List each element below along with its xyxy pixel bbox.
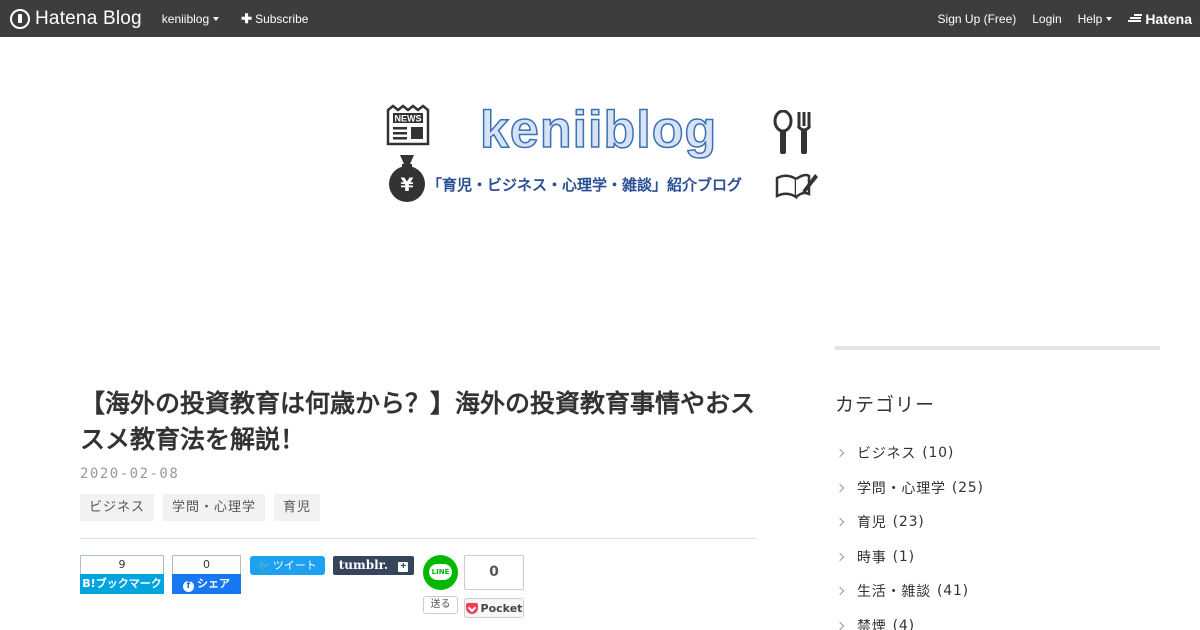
facebook-share-label: シェア [197, 577, 230, 590]
tumblr-label: tumblr. [338, 558, 389, 572]
hatena-blog-mark-icon [10, 8, 30, 29]
category-item-psychology[interactable]: 学問・心理学 (25) [835, 471, 984, 506]
blog-header-banner[interactable]: NEWS ¥ keniiblog 「育児・ビジネス・心理学・雑談」紹介ブログ [385, 100, 820, 205]
category-name: 禁煙 [857, 618, 887, 630]
hatena-bookmark-button[interactable]: B!ブックマーク [80, 574, 164, 594]
chevron-right-icon [835, 483, 845, 492]
newspaper-icon: NEWS [386, 104, 430, 146]
chevron-down-icon [213, 16, 220, 21]
category-count: (23) [892, 514, 925, 531]
hatena-logo[interactable]: Hatena [1128, 11, 1192, 27]
signup-link[interactable]: Sign Up (Free) [938, 12, 1017, 26]
chevron-right-icon [835, 621, 845, 630]
spoon-fork-icon [773, 110, 812, 154]
plus-icon: ✚ [241, 10, 253, 26]
pocket-label: Pocket [480, 601, 523, 615]
blog-title: keniiblog [479, 100, 718, 160]
yen-symbol: ¥ [400, 174, 413, 196]
divider [80, 538, 756, 539]
facebook-share-count[interactable]: 0 [172, 555, 241, 574]
hatena-blog-logo[interactable]: Hatena Blog [10, 8, 142, 30]
book-pen-icon [775, 173, 818, 200]
category-tag-childcare[interactable]: 育児 [274, 494, 321, 521]
category-count: (4) [892, 617, 915, 630]
category-name: ビジネス [857, 446, 917, 463]
chevron-right-icon [835, 587, 845, 596]
category-item-quit-smoking[interactable]: 禁煙 (4) [835, 609, 984, 630]
category-item-business[interactable]: ビジネス (10) [835, 436, 984, 471]
category-name: 学問・心理学 [857, 480, 946, 497]
category-item-childcare[interactable]: 育児 (23) [835, 505, 984, 540]
global-header: Hatena Blog keniiblog ✚ Subscribe Sign U… [0, 0, 1200, 37]
chevron-right-icon [835, 552, 845, 561]
pocket-count: 0 [464, 555, 524, 590]
category-tag-business[interactable]: ビジネス [80, 494, 155, 521]
category-list: ビジネス (10) 学問・心理学 (25) 育児 (23) 時事 (1) 生活・… [835, 436, 984, 630]
hatena-bookmark-share: 9 B!ブックマーク [80, 555, 164, 594]
twitter-bird-icon: 🐦 [258, 561, 271, 572]
category-count: (25) [951, 479, 984, 496]
sidebar-divider [835, 346, 1160, 350]
blog-menu-label: keniiblog [161, 11, 210, 26]
plus-icon: + [398, 562, 409, 572]
category-tag-psychology[interactable]: 学問・心理学 [163, 494, 266, 521]
blog-subtitle: 「育児・ビジネス・心理学・雑談」紹介ブログ [427, 176, 743, 194]
hatena-bookmark-count[interactable]: 9 [80, 555, 164, 574]
category-count: (41) [937, 583, 969, 600]
category-item-life-chat[interactable]: 生活・雑談 (41) [835, 574, 984, 609]
pocket-icon [465, 602, 478, 614]
category-item-current-events[interactable]: 時事 (1) [835, 540, 984, 575]
facebook-icon: f [183, 581, 194, 592]
tumblr-share-button[interactable]: tumblr. + [333, 556, 414, 575]
article-categories: ビジネス 学問・心理学 育児 [80, 494, 329, 521]
help-label: Help [1077, 11, 1103, 26]
money-bag-icon: ¥ [389, 155, 425, 202]
facebook-share-button[interactable]: f シェア [172, 574, 241, 594]
article-date[interactable]: 2020-02-08 [80, 466, 179, 482]
tweet-label: ツイート [272, 559, 317, 572]
chevron-down-icon [1106, 16, 1113, 21]
chevron-right-icon [835, 449, 845, 458]
help-dropdown[interactable]: Help [1078, 12, 1113, 26]
category-count: (1) [892, 548, 915, 565]
chevron-right-icon [835, 518, 845, 527]
line-share-button[interactable]: LINE [423, 555, 458, 590]
login-link[interactable]: Login [1032, 12, 1061, 26]
category-count: (10) [922, 445, 955, 462]
category-name: 時事 [857, 549, 887, 566]
tweet-button[interactable]: 🐦 ツイート [250, 556, 325, 575]
category-name: 育児 [857, 515, 887, 532]
line-send-button[interactable]: 送る [423, 596, 458, 614]
subscribe-button[interactable]: ✚ Subscribe [241, 11, 308, 27]
pocket-button[interactable]: Pocket [464, 598, 524, 618]
hatena-logo-text: Hatena [1145, 10, 1192, 27]
hatena-mark-icon [1128, 14, 1143, 23]
blog-menu-dropdown[interactable]: keniiblog [161, 11, 220, 26]
sidebar-category-heading: カテゴリー [835, 394, 936, 416]
subscribe-label: Subscribe [255, 11, 309, 26]
category-name: 生活・雑談 [857, 584, 931, 601]
article-title[interactable]: 【海外の投資教育は何歳から？】海外の投資教育事情やおススメ教育法を解説！ [80, 386, 760, 458]
facebook-share: 0 f シェア [172, 555, 241, 594]
line-icon: LINE [429, 564, 452, 580]
news-label: NEWS [395, 114, 422, 124]
brand-text: Hatena Blog [35, 7, 142, 29]
